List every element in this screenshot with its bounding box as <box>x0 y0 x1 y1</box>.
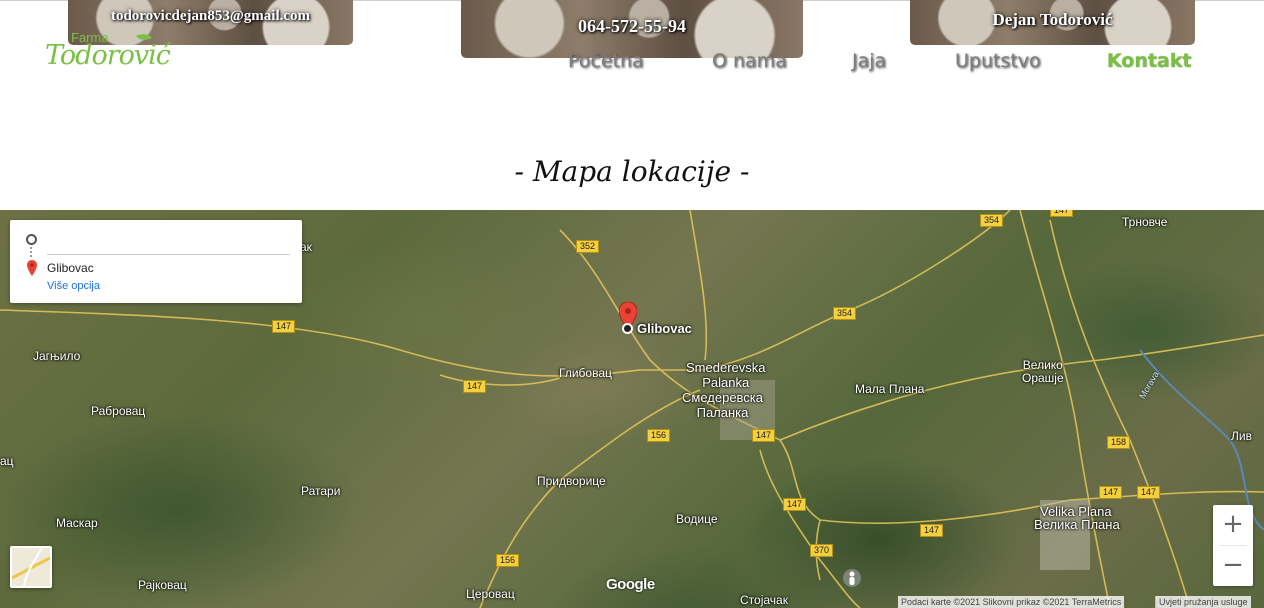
nav-item-o-nama[interactable]: O nama <box>712 50 787 72</box>
map-layer-icon <box>12 548 50 586</box>
more-options-link[interactable]: Više opcija <box>47 280 100 292</box>
destination-text[interactable]: Glibovac <box>47 261 94 275</box>
place-label-city: Smederevska Palanka <box>686 360 766 390</box>
logo-name-text: Todorović <box>45 40 171 71</box>
place-label: Лив <box>1231 429 1252 443</box>
zoom-in-button[interactable]: + <box>1213 505 1253 545</box>
directions-card: Glibovac Više opcija <box>10 220 302 303</box>
pegman-icon[interactable] <box>842 568 862 594</box>
zoom-out-button[interactable]: − <box>1213 546 1253 586</box>
road-shield: 147 <box>1050 210 1074 217</box>
place-label: Јагњило <box>33 349 81 363</box>
place-label-city: Смедеревска Паланка <box>682 390 764 420</box>
terms-link[interactable]: Uvjeti pružanja usluge <box>1155 596 1251 608</box>
site-logo[interactable]: Farma Todorović <box>45 30 171 72</box>
place-label: Стојачак <box>740 593 788 607</box>
place-label: Мала Плана <box>855 382 925 396</box>
place-label: Ратари <box>301 484 341 498</box>
road-shield: 354 <box>980 214 1004 227</box>
place-label: Маскар <box>56 516 98 530</box>
road-shield: 158 <box>1107 436 1131 449</box>
zoom-controls: + − <box>1213 505 1253 586</box>
email-text[interactable]: todorovicdejan853@gmail.com <box>68 0 353 25</box>
nav-item-kontakt[interactable]: Kontakt <box>1107 50 1192 72</box>
page-title: - Mapa lokacije - <box>514 155 750 188</box>
nav-item-pocetna[interactable]: Početna <box>568 50 644 72</box>
place-label: Глибовац <box>559 366 612 380</box>
place-label: Трновче <box>1122 215 1168 229</box>
google-logo: Google <box>606 576 655 593</box>
map-attribution: Podaci karte ©2021 Slikovni prikaz ©2021… <box>898 596 1125 608</box>
origin-circle-icon <box>26 234 37 245</box>
place-label-city: Велика Плана <box>1034 517 1120 532</box>
destination-pin-icon <box>27 260 37 276</box>
origin-input[interactable] <box>47 230 290 255</box>
place-label: Водице <box>676 512 718 526</box>
road-shield: 370 <box>810 544 834 557</box>
marker-label: Glibovac <box>637 321 692 336</box>
road-shield: 147 <box>1099 486 1123 499</box>
place-label: Придворице <box>537 474 606 488</box>
road-shield: 147 <box>1137 486 1161 499</box>
phone-text[interactable]: 064-572-55-94 <box>461 0 803 37</box>
road-shield: 147 <box>920 524 944 537</box>
road-shield: 156 <box>647 429 671 442</box>
owner-name: Dejan Todorović <box>992 10 1113 29</box>
nav-item-jaja[interactable]: Jaja <box>852 50 886 72</box>
road-shield: 147 <box>783 498 807 511</box>
road-shield: 147 <box>463 380 487 393</box>
road-shield: 352 <box>576 240 600 253</box>
marker-dot-icon <box>622 323 633 334</box>
map-type-toggle[interactable] <box>10 546 52 588</box>
road-shield: 147 <box>752 429 776 442</box>
road-shield: 156 <box>496 554 520 567</box>
google-map[interactable]: Трновче ак Јагњило Рабровац Глибовац Sme… <box>0 210 1264 608</box>
nav-item-uputstvo[interactable]: Uputstvo <box>955 50 1041 72</box>
place-label: ац <box>0 454 14 468</box>
place-label: Церовац <box>466 587 515 601</box>
place-label: Велико Орашје <box>1022 358 1064 385</box>
road-shield: 147 <box>272 320 296 333</box>
place-label: Рајковац <box>138 578 187 592</box>
owner-banner: Dejan Todorović <box>910 0 1195 45</box>
route-dots-icon <box>30 247 33 257</box>
road-shield: 354 <box>833 307 857 320</box>
place-label: Рабровац <box>91 404 146 418</box>
